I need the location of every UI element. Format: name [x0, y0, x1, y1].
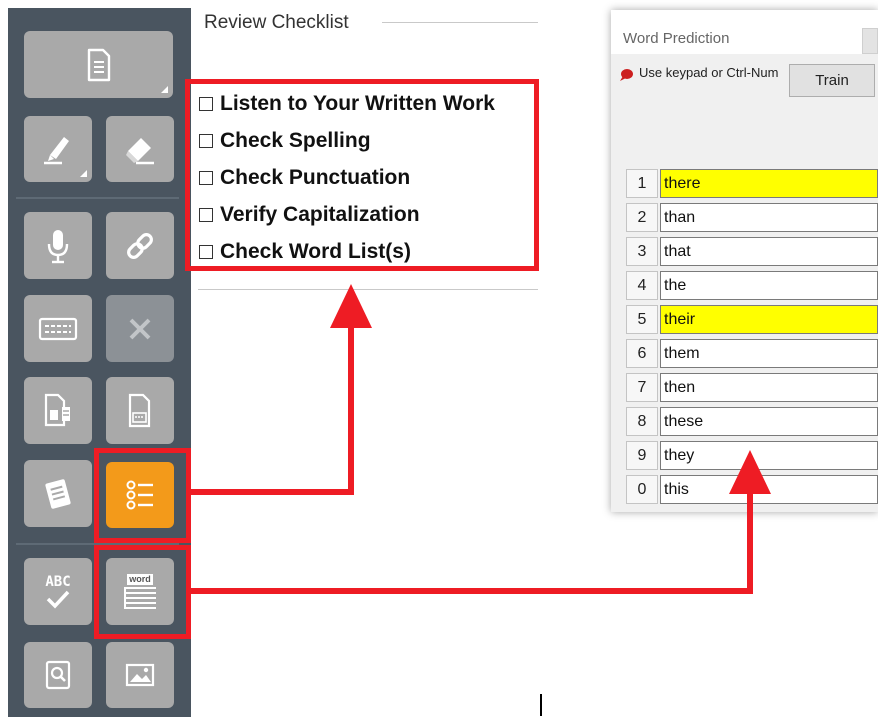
annotation-arrows [189, 284, 771, 594]
word-prediction-arrow-horizontal [189, 588, 753, 594]
checklist-arrow-horizontal [189, 489, 354, 495]
checklist-arrow-head [330, 284, 372, 328]
word-prediction-arrow-head [729, 450, 771, 494]
text-cursor [540, 694, 542, 716]
word-prediction-arrow-vertical [747, 490, 753, 594]
checklist-arrow-vertical [348, 320, 354, 495]
